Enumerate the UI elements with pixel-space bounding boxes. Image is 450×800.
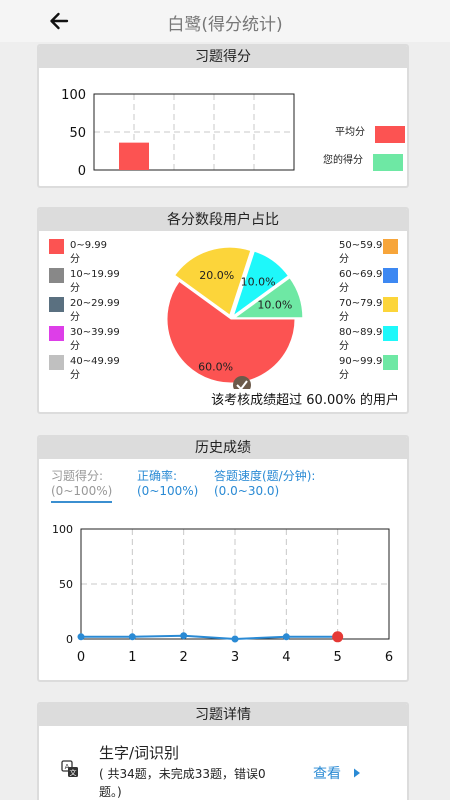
legend-item: 20~29.99分	[49, 297, 120, 325]
data-point	[231, 635, 239, 643]
current-point	[332, 631, 344, 643]
legend-label: 您的得分	[323, 155, 363, 166]
legend-item: 40~49.99分	[49, 355, 120, 383]
play-arrow-icon	[354, 768, 360, 778]
legend-item: 60~69.99分	[339, 268, 398, 296]
legend-label: 30~39.99分	[70, 327, 120, 352]
pie-slice-label: 10.0%	[257, 299, 292, 312]
legend-item: 10~19.99分	[49, 268, 120, 296]
legend-swatch	[49, 239, 64, 254]
y-tick-label: 50	[59, 578, 73, 591]
y-tick-label: 0	[78, 164, 86, 179]
tab-accuracy[interactable]: 正确率: (0~100%)	[137, 469, 198, 499]
legend-swatch	[49, 355, 64, 370]
legend-swatch	[383, 268, 398, 283]
svg-text:文: 文	[70, 768, 77, 777]
x-tick-label: 2	[180, 650, 188, 665]
page-title: 白鹭(得分统计)	[167, 15, 283, 35]
exercise-card: 习题详情 A 文 生字/词识别 ( 共34题，未完成33题，错误0题。) 查看	[37, 702, 409, 800]
legend-item: 50~59.99分	[339, 239, 398, 267]
exercise-card-title: 习题详情	[39, 704, 407, 726]
x-tick-label: 6	[385, 650, 393, 665]
bar	[119, 142, 149, 170]
pie-slice-label: 20.0%	[199, 269, 234, 282]
legend-swatch	[49, 268, 64, 283]
legend-swatch	[383, 297, 398, 312]
y-tick-label: 0	[66, 633, 73, 646]
tab-accuracy-range: (0~100%)	[137, 484, 199, 498]
legend-swatch	[375, 126, 405, 143]
x-tick-label: 5	[334, 650, 342, 665]
legend-label: 10~19.99分	[70, 269, 120, 294]
legend-swatch	[49, 326, 64, 341]
x-tick-label: 4	[282, 650, 290, 665]
legend-item: 80~89.99分	[339, 326, 398, 354]
y-tick-label: 100	[52, 523, 73, 536]
legend-item: 0~9.99分	[49, 239, 110, 267]
tab-exercise-score[interactable]: 习题得分: (0~100%)	[51, 469, 113, 503]
score-card-title: 习题得分	[39, 46, 407, 68]
view-button-label: 查看	[313, 766, 341, 782]
pie-caption: 该考核成绩超过 60.00% 的用户	[211, 393, 399, 408]
x-tick-label: 0	[77, 650, 85, 665]
tab-exercise-score-range: (0~100%)	[51, 484, 113, 498]
legend-label: 60~69.99分	[339, 269, 389, 294]
legend-label: 70~79.99分	[339, 298, 389, 323]
y-tick-label: 100	[61, 88, 86, 103]
history-card: 历史成绩 习题得分: (0~100%) 正确率: (0~100%) 答题速度(题…	[37, 435, 409, 682]
distribution-card: 各分数段用户占比 0~9.99分 10~19.99分 20~29.99分 30~39.…	[37, 207, 409, 414]
legend-swatch	[373, 154, 403, 171]
legend-item: 您的得分	[323, 154, 403, 171]
translate-icon: A 文	[61, 760, 78, 777]
legend-label: 80~89.99分	[339, 327, 389, 352]
score-distribution-pie: 60.0% 20.0% 10.0% 10.0%	[166, 246, 304, 389]
tab-exercise-score-label: 习题得分:	[51, 469, 104, 483]
y-tick-label: 50	[69, 126, 86, 141]
pie-slice-label: 60.0%	[198, 360, 233, 373]
legend-swatch	[383, 239, 398, 254]
exercise-summary: ( 共34题，未完成33题，错误0题。)	[99, 767, 266, 799]
history-line-chart: 0 1 2 3 4 5 6 0 50 100	[52, 523, 393, 665]
x-tick-label: 1	[128, 650, 136, 665]
tab-answer-speed-range: (0.0~30.0)	[214, 484, 280, 498]
legend-item: 70~79.99分	[339, 297, 398, 325]
data-point	[282, 633, 290, 641]
exercise-row[interactable]: A 文 生字/词识别 ( 共34题，未完成33题，错误0题。) 查看	[39, 730, 407, 800]
legend-swatch	[49, 297, 64, 312]
score-card: 习题得分 0 50 100 平均分您的得分	[37, 44, 409, 188]
tab-answer-speed[interactable]: 答题速度(题/分钟): (0.0~30.0)	[214, 469, 315, 499]
legend-swatch	[383, 326, 398, 341]
data-point	[128, 633, 136, 641]
x-tick-label: 3	[231, 650, 239, 665]
legend-label: 90~99.99分	[339, 356, 389, 381]
tab-accuracy-label: 正确率:	[137, 469, 178, 483]
history-card-title: 历史成绩	[39, 437, 407, 459]
legend-label: 40~49.99分	[70, 356, 120, 381]
data-point	[180, 632, 188, 640]
legend-label: 平均分	[335, 127, 365, 138]
legend-label: 0~9.99分	[70, 240, 108, 265]
data-point	[77, 633, 85, 641]
pie-slice-label: 10.0%	[241, 276, 276, 289]
legend-label: 50~59.99分	[339, 240, 389, 265]
legend-item: 平均分	[335, 126, 405, 143]
top-bar: 白鹭(得分统计)	[0, 0, 450, 42]
view-button[interactable]: 查看	[313, 763, 361, 783]
tab-answer-speed-label: 答题速度(题/分钟):	[214, 469, 316, 483]
legend-item: 90~99.99分	[339, 355, 398, 383]
legend-label: 20~29.99分	[70, 298, 120, 323]
exercise-name: 生字/词识别	[99, 744, 180, 762]
legend-item: 30~39.99分	[49, 326, 120, 354]
legend-swatch	[383, 355, 398, 370]
distribution-card-title: 各分数段用户占比	[39, 209, 407, 231]
